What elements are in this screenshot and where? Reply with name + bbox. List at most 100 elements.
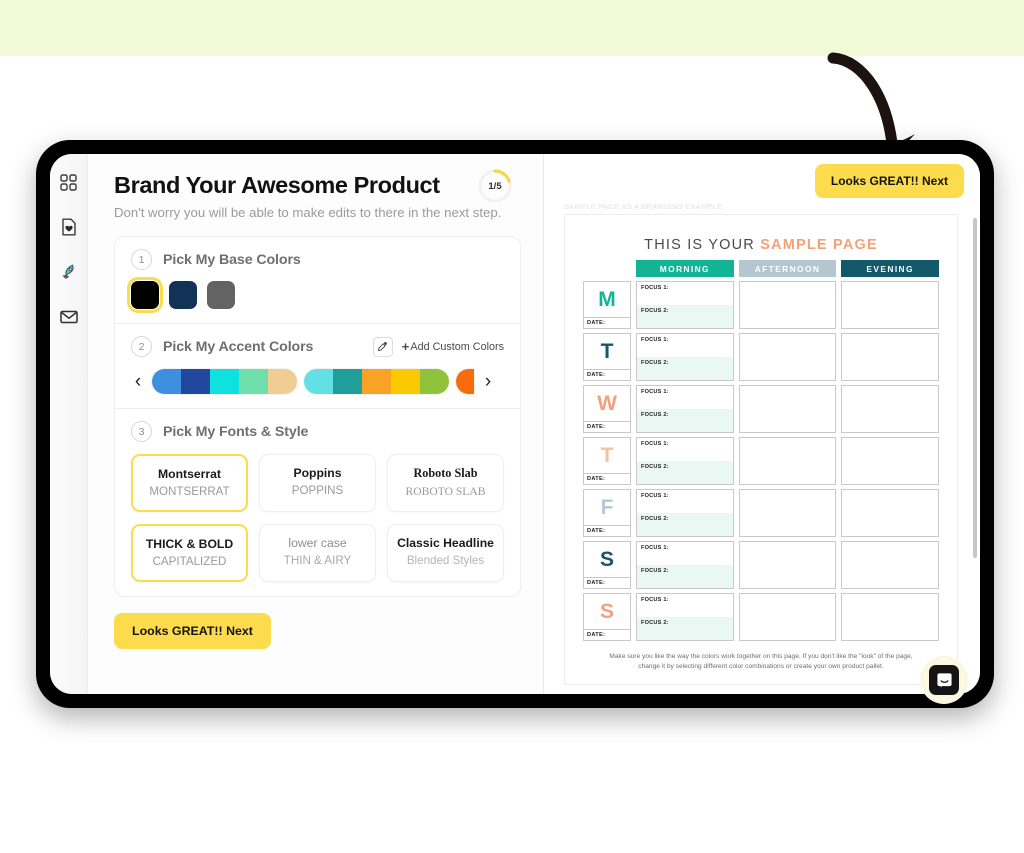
day-letter: F	[600, 495, 614, 519]
app-screen: Brand Your Awesome Product 1/5 Don't wor…	[50, 154, 980, 694]
sidebar-item-dashboard[interactable]	[57, 170, 81, 194]
base-swatch-navy[interactable]	[169, 281, 197, 310]
grid-icon	[60, 173, 77, 191]
column-header-afternoon: AFTERNOON	[738, 260, 837, 277]
day-letter: S	[599, 547, 614, 571]
cell-morning[interactable]: FOCUS 1: FOCUS 2:	[636, 593, 734, 641]
palette-2-chip-3	[362, 369, 391, 395]
focus-1-label: FOCUS 1:	[641, 389, 669, 395]
step-1-number: 1	[131, 249, 152, 271]
day-date-label: DATE:	[584, 317, 630, 328]
day-box-thursday: T DATE:	[583, 437, 631, 485]
palette-prev-button[interactable]: ‹	[131, 372, 145, 391]
sample-sheet: THIS IS YOUR SAMPLE PAGE MORNING AFTERNO…	[564, 214, 958, 686]
sidebar-item-launch[interactable]	[57, 260, 81, 284]
eyedropper-button[interactable]	[372, 336, 393, 357]
style-card-thick-bold-bottom: CAPITALIZED	[152, 555, 227, 569]
step-base-colors: 1 Pick My Base Colors	[115, 237, 520, 323]
base-swatch-black[interactable]	[127, 277, 163, 314]
day-date-label: DATE:	[584, 473, 630, 484]
next-button-bottom[interactable]: Looks GREAT!! Next	[114, 613, 271, 650]
sidebar-item-my-products[interactable]	[57, 215, 81, 239]
day-box-saturday: S DATE:	[583, 541, 631, 589]
style-card-thick-bold[interactable]: THICK & BOLD CAPITALIZED	[131, 524, 248, 583]
sheet-title-plain: THIS IS YOUR	[644, 237, 761, 253]
plus-icon: +	[401, 339, 410, 355]
preview-inner: SAMPLE PAGE AS A BRANDING EXAMPLE THIS I…	[544, 154, 980, 686]
cell-afternoon[interactable]	[738, 489, 837, 537]
editor-panel: Brand Your Awesome Product 1/5 Don't wor…	[88, 154, 544, 694]
step-3-label: Pick My Fonts & Style	[163, 423, 309, 440]
focus-2-label: FOCUS 2:	[637, 617, 733, 640]
font-card-poppins-bottom: POPPINS	[291, 484, 344, 498]
planner-table: MORNING AFTERNOON EVENING M DATE: FOCUS …	[583, 260, 940, 641]
column-header-evening: EVENING	[841, 260, 940, 277]
cell-evening[interactable]	[841, 281, 940, 329]
chat-bubble-smile-icon	[936, 672, 952, 687]
font-card-montserrat-bottom: MONTSERRAT	[149, 485, 230, 499]
palette-next-button[interactable]: ›	[481, 372, 495, 391]
preview-panel: Looks GREAT!! Next SAMPLE PAGE AS A BRAN…	[544, 154, 980, 694]
sample-page-caption: SAMPLE PAGE AS A BRANDING EXAMPLE	[564, 202, 723, 211]
palette-1-chip-1	[152, 369, 181, 395]
base-color-swatches	[127, 277, 504, 314]
day-letter: W	[597, 391, 617, 415]
sheet-title: THIS IS YOUR SAMPLE PAGE	[583, 237, 939, 253]
day-letter: T	[600, 339, 614, 363]
cell-afternoon[interactable]	[738, 281, 837, 329]
planner-row: S DATE: FOCUS 1: FOCUS 2:	[583, 541, 940, 589]
palette-2-chip-4	[391, 369, 420, 395]
tablet-frame: Brand Your Awesome Product 1/5 Don't wor…	[36, 140, 994, 708]
palette-1-chip-3	[210, 369, 239, 395]
cell-morning[interactable]: FOCUS 1: FOCUS 2:	[636, 437, 734, 485]
cell-afternoon[interactable]	[738, 333, 837, 381]
palette-option-2[interactable]	[304, 369, 449, 395]
cell-afternoon[interactable]	[738, 385, 837, 433]
font-card-poppins[interactable]: Poppins POPPINS	[259, 454, 376, 513]
step-fonts-style: 3 Pick My Fonts & Style Montserrat MONTS…	[115, 409, 520, 596]
style-card-classic-headline[interactable]: Classic Headline Blended Styles	[387, 524, 504, 583]
sidebar-item-messages[interactable]	[57, 305, 81, 329]
cell-morning[interactable]: FOCUS 1: FOCUS 2:	[636, 281, 734, 329]
font-cards-grid: Montserrat MONTSERRAT Poppins POPPINS Ro…	[131, 454, 504, 513]
cell-evening[interactable]	[841, 593, 940, 641]
cell-afternoon[interactable]	[738, 541, 837, 589]
document-heart-icon	[61, 218, 76, 236]
day-box-tuesday: T DATE:	[583, 333, 631, 381]
top-banner	[0, 0, 1024, 56]
rocket-icon	[62, 264, 74, 280]
cell-afternoon[interactable]	[738, 437, 837, 485]
day-box-friday: F DATE:	[583, 489, 631, 537]
add-custom-colors-button[interactable]: + Add Custom Colors	[402, 339, 504, 354]
font-card-montserrat[interactable]: Montserrat MONTSERRAT	[131, 454, 248, 513]
planner-row: T DATE: FOCUS 1: FOCUS 2:	[583, 437, 940, 485]
cell-morning[interactable]: FOCUS 1: FOCUS 2:	[636, 489, 734, 537]
cell-morning[interactable]: FOCUS 1: FOCUS 2:	[636, 333, 734, 381]
cell-evening[interactable]	[841, 333, 940, 381]
cell-evening[interactable]	[841, 385, 940, 433]
base-swatch-gray[interactable]	[207, 281, 235, 310]
next-button-top[interactable]: Looks GREAT!! Next	[814, 164, 964, 198]
font-card-roboto-slab[interactable]: Roboto Slab ROBOTO SLAB	[387, 454, 504, 513]
cell-morning[interactable]: FOCUS 1: FOCUS 2:	[636, 541, 734, 589]
font-card-montserrat-top: Montserrat	[158, 467, 221, 482]
column-header-morning: MORNING	[636, 260, 734, 277]
progress-label: 1/5	[488, 180, 502, 192]
palette-option-1[interactable]	[152, 369, 297, 395]
step-2-head: 2 Pick My Accent Colors + Add Custom Col…	[131, 336, 504, 358]
step-2-actions: + Add Custom Colors	[372, 336, 504, 357]
palette-option-3[interactable]	[456, 369, 474, 395]
cell-afternoon[interactable]	[738, 593, 837, 641]
preview-scrollbar[interactable]	[973, 218, 977, 558]
intercom-chat-button[interactable]	[929, 665, 959, 695]
focus-2-label: FOCUS 2:	[637, 513, 733, 536]
style-card-lower-case-top: lower case	[288, 536, 347, 551]
style-card-classic-headline-bottom: Blended Styles	[406, 554, 485, 568]
cell-evening[interactable]	[841, 541, 940, 589]
cell-evening[interactable]	[841, 437, 940, 485]
cell-morning[interactable]: FOCUS 1: FOCUS 2:	[636, 385, 734, 433]
title-row: Brand Your Awesome Product 1/5	[114, 169, 521, 203]
day-date-label: DATE:	[584, 369, 630, 380]
cell-evening[interactable]	[841, 489, 940, 537]
style-card-lower-case[interactable]: lower case THIN & AIRY	[259, 524, 376, 583]
